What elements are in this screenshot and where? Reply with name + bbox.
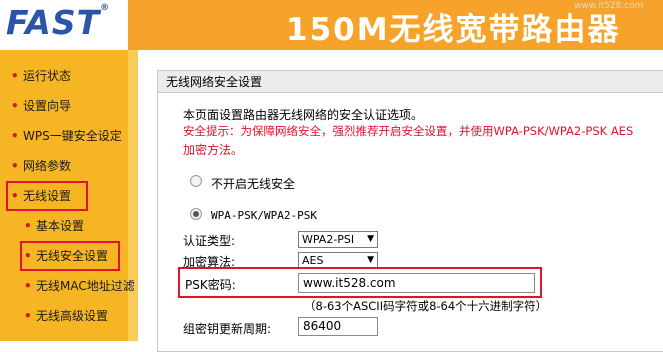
panel-title: 无线网络安全设置 — [158, 71, 663, 93]
watermark: www.it528.com — [574, 1, 644, 11]
group-key-renew-input[interactable]: 86400 — [298, 317, 378, 336]
sidebar-item-network[interactable]: • 网络参数 — [11, 157, 71, 175]
header-bar: FAST® 150M无线宽带路由器 www.it528.com — [0, 0, 663, 50]
chevron-down-icon: ▼ — [367, 234, 374, 244]
highlight-box-security — [20, 241, 120, 271]
auth-type-select[interactable]: WPA2-PSI ▼ — [298, 231, 378, 248]
radio-wpa-psk-label: WPA-PSK/WPA2-PSK — [211, 209, 317, 222]
brand-logo: FAST® — [6, 3, 111, 42]
sidebar-item-status[interactable]: • 运行状态 — [11, 67, 71, 85]
psk-hint: （8-63个ASCII码字符或8-64个十六进制字符） — [304, 299, 548, 313]
auth-type-label: 认证类型: — [183, 234, 236, 248]
bullet-icon: • — [24, 309, 32, 323]
sidebar-item-wizard[interactable]: • 设置向导 — [11, 97, 71, 115]
security-tip-line2: 加密方法。 — [183, 143, 244, 157]
bullet-icon: • — [11, 69, 19, 83]
radio-disable-security[interactable] — [190, 175, 202, 187]
bullet-icon: • — [11, 129, 19, 143]
bullet-icon: • — [11, 159, 19, 173]
sidebar-item-mac-filter[interactable]: • 无线MAC地址过滤 — [24, 277, 135, 295]
product-title: 150M无线宽带路由器 — [286, 12, 621, 48]
sidebar-item-basic[interactable]: • 基本设置 — [24, 217, 84, 235]
radio-wpa-psk[interactable] — [190, 208, 202, 220]
sidebar-item-advanced[interactable]: • 无线高级设置 — [24, 307, 108, 325]
psk-label: PSK密码: — [185, 278, 236, 292]
radio-disable-security-label: 不开启无线安全 — [211, 177, 296, 191]
logo-area: FAST® — [0, 0, 128, 50]
sidebar-item-wps[interactable]: • WPS一键安全设定 — [11, 127, 122, 145]
group-key-renew-label: 组密钥更新周期: — [183, 322, 272, 336]
security-tip-line1: 安全提示：为保障网络安全，强烈推荐开启安全设置，并使用WPA-PSK/WPA2-… — [183, 124, 634, 138]
bullet-icon: • — [24, 279, 32, 293]
sidebar-divider — [128, 50, 138, 341]
chevron-down-icon: ▼ — [367, 255, 374, 265]
highlight-box-wireless — [6, 181, 88, 211]
bullet-icon: • — [11, 99, 19, 113]
bullet-icon: • — [24, 219, 32, 233]
psk-password-input[interactable]: www.it528.com — [298, 273, 535, 293]
intro-text: 本页面设置路由器无线网络的安全认证选项。 — [183, 108, 424, 122]
